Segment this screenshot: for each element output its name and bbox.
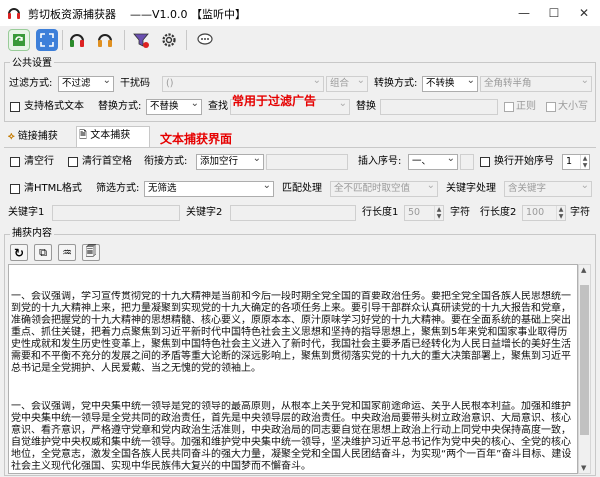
start-num-label: 开始序号 bbox=[514, 156, 554, 167]
newline-checkbox[interactable] bbox=[480, 157, 490, 167]
toolbar-divider bbox=[124, 30, 125, 50]
headphone-stop-icon[interactable] bbox=[94, 29, 116, 51]
convert-mode-select[interactable]: 不转换 bbox=[422, 76, 478, 92]
annotation-filter-ads: 常用于过滤广告 bbox=[232, 94, 317, 108]
content-paragraph-1: 一、会议强调，学习宣传贯彻党的十九大精神是当前和今后一段时期全党全国的首要政治任… bbox=[11, 291, 571, 374]
link-icon: ⟡ bbox=[8, 131, 15, 142]
filter-icon[interactable] bbox=[130, 29, 152, 51]
support-format-label: 支持格式文本 bbox=[24, 101, 84, 112]
row-len1-spinner[interactable]: 50 ▲ ▼ bbox=[404, 205, 444, 221]
find-label: 查找 bbox=[208, 101, 228, 112]
interference-label: 干扰码 bbox=[120, 78, 150, 89]
text-filter-mode-select[interactable]: 无筛选 bbox=[144, 181, 274, 197]
keyword-proc-label: 关键字处理 bbox=[446, 183, 496, 194]
filter-mode-label: 过滤方式: bbox=[9, 78, 53, 89]
capture-content-text[interactable]: 一、会议强调，学习宣传贯彻党的十九大精神是当前和今后一段时期全党全国的首要政治任… bbox=[8, 264, 578, 474]
main-window: 剪切板资源捕获器 ——V1.0.0 【监听中】 — ☐ ✕ 公共设置 过滤方式:… bbox=[0, 0, 600, 477]
keyword1-input[interactable] bbox=[52, 205, 180, 221]
document-icon: 🗎 bbox=[79, 130, 88, 141]
refresh-icon: ↻ bbox=[13, 245, 25, 260]
filter-mode-select[interactable]: 不过滤 bbox=[58, 76, 114, 92]
window-title: 剪切板资源捕获器 ——V1.0.0 【监听中】 bbox=[28, 8, 246, 21]
support-format-checkbox[interactable] bbox=[10, 102, 20, 112]
row-len2-spinner[interactable]: 100 ▲ ▼ bbox=[522, 205, 566, 221]
chars-label-2: 字符 bbox=[570, 207, 590, 218]
common-settings-title: 公共设置 bbox=[10, 57, 54, 71]
join-mode-select[interactable]: 添加空行 bbox=[196, 154, 264, 170]
clean-content-button[interactable]: ♒ bbox=[58, 244, 76, 261]
clear-lines-checkbox[interactable] bbox=[10, 157, 20, 167]
content-scroll-thumb[interactable] bbox=[580, 285, 589, 435]
row-len1-label: 行长度1 bbox=[362, 207, 399, 218]
tab-text-capture[interactable]: 🗎 文本捕获 bbox=[76, 126, 150, 148]
keyword-proc-select[interactable]: 含关键字 bbox=[504, 181, 592, 197]
close-button[interactable]: ✕ bbox=[574, 4, 594, 22]
clear-lines-spaces-label: 清行首空格 bbox=[82, 156, 132, 167]
gear-icon[interactable] bbox=[158, 29, 180, 51]
clear-lines-spaces-checkbox[interactable] bbox=[68, 157, 78, 167]
clear-html-label: 清HTML格式 bbox=[24, 183, 82, 194]
insert-num-label: 插入序号: bbox=[358, 156, 402, 167]
replace-mode-select[interactable]: 不替换 bbox=[146, 99, 202, 115]
maximize-button[interactable]: ☐ bbox=[544, 4, 564, 22]
case-label: 大小写 bbox=[558, 101, 588, 112]
keyword2-input[interactable] bbox=[230, 205, 356, 221]
insert-num-select[interactable]: 一、 bbox=[408, 154, 458, 170]
regex-checkbox[interactable] bbox=[504, 102, 514, 112]
broom-icon: ♒ bbox=[62, 246, 72, 259]
match-label: 匹配处理 bbox=[282, 183, 322, 194]
newline-label: 换行 bbox=[494, 156, 514, 167]
spinner-arrows-icon[interactable]: ▲ ▼ bbox=[556, 206, 565, 220]
headphone-listen-icon[interactable] bbox=[66, 29, 88, 51]
replace-mode-label: 替换方式: bbox=[98, 101, 142, 112]
clear-html-checkbox[interactable] bbox=[10, 184, 20, 194]
paste-content-button[interactable]: 🗐 bbox=[82, 244, 100, 261]
keyword1-label: 关键字1 bbox=[8, 207, 45, 218]
chars-label-1: 字符 bbox=[450, 207, 470, 218]
combine-select[interactable]: 组合 bbox=[326, 76, 368, 92]
interference-select[interactable]: () bbox=[162, 76, 324, 92]
replace-label: 替换 bbox=[356, 101, 376, 112]
capture-content-title: 捕获内容 bbox=[10, 227, 54, 241]
fullscreen-icon[interactable] bbox=[36, 29, 58, 51]
chat-bubble-icon[interactable] bbox=[194, 29, 216, 51]
minimize-button[interactable]: — bbox=[514, 4, 534, 22]
convert-mode-label: 转换方式: bbox=[374, 78, 418, 89]
join-mode-label: 衔接方式: bbox=[144, 156, 188, 167]
clear-lines-label: 清空行 bbox=[24, 156, 54, 167]
row-len2-label: 行长度2 bbox=[480, 207, 517, 218]
app-logo-icon bbox=[6, 5, 22, 21]
match-select[interactable]: 全不匹配时取空值 bbox=[330, 181, 438, 197]
start-num-spinner[interactable]: 1 ▲ ▼ bbox=[562, 154, 590, 170]
text-filter-mode-label: 筛选方式: bbox=[96, 183, 140, 194]
copy-content-button[interactable]: ⧉ bbox=[34, 244, 52, 261]
refresh-capture-icon[interactable] bbox=[8, 29, 30, 51]
toolbar-divider bbox=[62, 30, 63, 50]
insert-num-custom-input[interactable] bbox=[460, 154, 474, 170]
spinner-arrows-icon[interactable]: ▲ ▼ bbox=[580, 155, 589, 169]
spinner-arrows-icon[interactable]: ▲ ▼ bbox=[434, 206, 443, 220]
tab-link-capture[interactable]: ⟡ 链接捕获 bbox=[6, 128, 74, 148]
regex-label: 正则 bbox=[516, 101, 536, 112]
toolbar-divider bbox=[186, 30, 187, 50]
keyword2-label: 关键字2 bbox=[186, 207, 223, 218]
scroll-down-icon[interactable]: ▼ bbox=[581, 464, 586, 472]
clipboard-icon: 🗐 bbox=[85, 245, 97, 258]
case-checkbox[interactable] bbox=[546, 102, 556, 112]
refresh-content-button[interactable]: ↻ bbox=[10, 244, 28, 261]
replace-input[interactable] bbox=[380, 99, 498, 115]
fullwidth-select[interactable]: 全角转半角 bbox=[480, 76, 592, 92]
join-custom-input[interactable] bbox=[266, 154, 348, 170]
copy-icon: ⧉ bbox=[39, 245, 47, 259]
annotation-text-capture: 文本捕获界面 bbox=[160, 132, 233, 146]
title-bar: 剪切板资源捕获器 ——V1.0.0 【监听中】 — ☐ ✕ bbox=[0, 0, 600, 26]
scroll-up-icon[interactable]: ▲ bbox=[581, 266, 586, 274]
content-paragraph-2: 一、会议强调，党中央集中统一领导是党的领导的最高原则，从根本上关乎党和国家前途命… bbox=[11, 401, 572, 472]
tab-divider-line bbox=[4, 147, 596, 148]
